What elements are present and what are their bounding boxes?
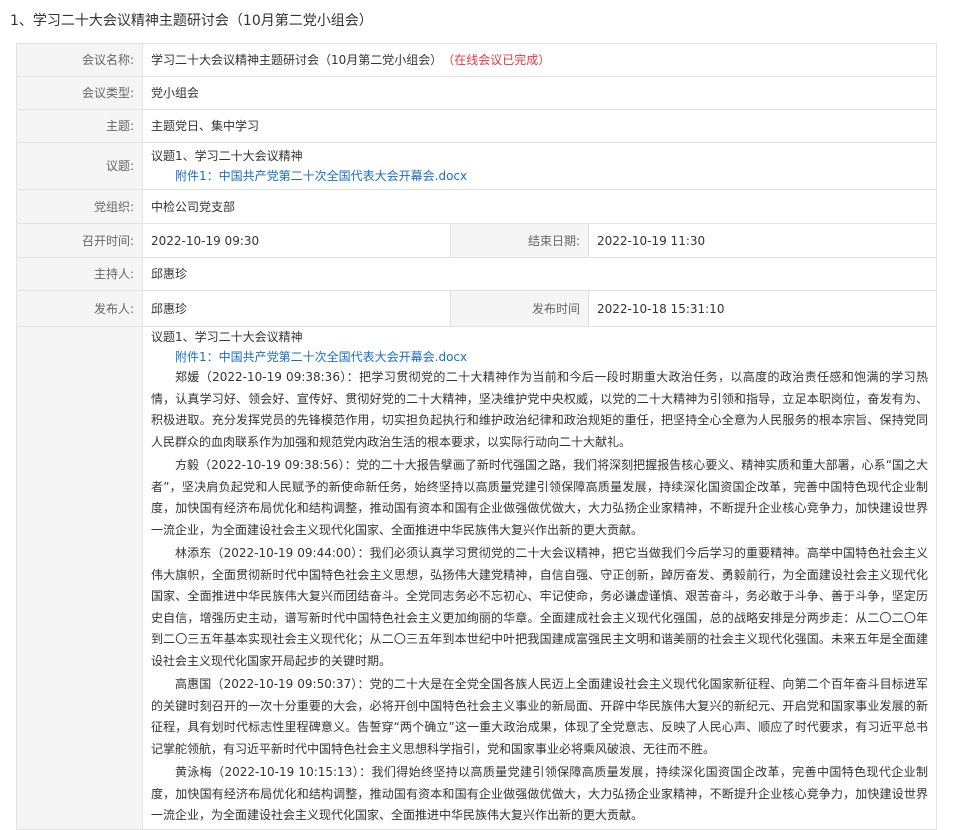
comment-item: 方毅（2022-10-19 09:38:56）：党的二十大报告擘画了新时代强国之… — [151, 458, 928, 537]
meeting-type-value: 党小组会 — [142, 76, 937, 110]
theme-label: 主题: — [16, 109, 143, 143]
publisher-label: 发布人: — [16, 290, 143, 327]
row-content: 议题1、学习二十大会议精神 附件1：中国共产党第二十次全国代表大会开幕会.doc… — [16, 326, 937, 830]
comment-item: 黄泳梅（2022-10-19 10:15:13）：我们得始终坚持以高质量党建引领… — [151, 765, 928, 822]
content-label-cell — [16, 326, 143, 830]
meeting-status-text: （在线会议已完成） — [448, 53, 551, 67]
meeting-name-cell: 学习二十大会议精神主题研讨会（10月第二党小组会） （在线会议已完成） — [142, 43, 937, 77]
comment-item: 林添东（2022-10-19 09:44:00）：我们必须认真学习贯彻党的二十大… — [151, 546, 928, 668]
party-org-label: 党组织: — [16, 189, 143, 224]
topic-label: 议题: — [16, 142, 143, 190]
row-publisher: 发布人: 邱惠珍 发布时间 2022-10-18 15:31:10 — [16, 290, 937, 327]
meeting-name-label: 会议名称: — [16, 43, 143, 77]
row-party-org: 党组织: 中检公司党支部 — [16, 189, 937, 224]
end-date-label: 结束日期: — [450, 223, 589, 258]
meeting-detail-table: 会议名称: 学习二十大会议精神主题研讨会（10月第二党小组会） （在线会议已完成）… — [16, 43, 937, 830]
row-meeting-type: 会议类型: 党小组会 — [16, 76, 937, 110]
theme-value: 主题党日、集中学习 — [142, 109, 937, 143]
start-time-label: 召开时间: — [16, 223, 143, 258]
row-topic: 议题: 议题1、学习二十大会议精神 附件1：中国共产党第二十次全国代表大会开幕会… — [16, 142, 937, 190]
discussion-content: 议题1、学习二十大会议精神 附件1：中国共产党第二十次全国代表大会开幕会.doc… — [142, 326, 937, 830]
publish-time-value: 2022-10-18 15:31:10 — [588, 290, 937, 327]
row-host: 主持人: 邱惠珍 — [16, 257, 937, 291]
publisher-value: 邱惠珍 — [142, 290, 451, 327]
meeting-type-label: 会议类型: — [16, 76, 143, 110]
content-attachment-link[interactable]: 附件1：中国共产党第二十次全国代表大会开幕会.docx — [151, 347, 928, 367]
content-topic: 议题1、学习二十大会议精神 — [151, 330, 303, 344]
host-value: 邱惠珍 — [142, 257, 937, 291]
page-title: 1、学习二十大会议精神主题研讨会（10月第二党小组会） — [10, 13, 373, 29]
host-label: 主持人: — [16, 257, 143, 291]
row-meeting-name: 会议名称: 学习二十大会议精神主题研讨会（10月第二党小组会） （在线会议已完成） — [16, 43, 937, 77]
topic-cell: 议题1、学习二十大会议精神 附件1：中国共产党第二十次全国代表大会开幕会.doc… — [142, 142, 937, 190]
start-time-value: 2022-10-19 09:30 — [142, 223, 451, 258]
row-theme: 主题: 主题党日、集中学习 — [16, 109, 937, 143]
publish-time-label: 发布时间 — [450, 290, 589, 327]
end-date-value: 2022-10-19 11:30 — [588, 223, 937, 258]
party-org-value: 中检公司党支部 — [142, 189, 937, 224]
comment-item: 郑媛（2022-10-19 09:38:36）：把学习贯彻党的二十大精神作为当前… — [151, 370, 928, 449]
row-time: 召开时间: 2022-10-19 09:30 结束日期: 2022-10-19 … — [16, 223, 937, 258]
meeting-name-value: 学习二十大会议精神主题研讨会（10月第二党小组会） — [151, 53, 443, 67]
topic-attachment-link[interactable]: 附件1：中国共产党第二十次全国代表大会开幕会.docx — [151, 166, 928, 186]
comment-item: 高惠国（2022-10-19 09:50:37）：党的二十大是在全党全国各族人民… — [151, 677, 928, 756]
topic-value: 议题1、学习二十大会议精神 — [151, 149, 303, 163]
